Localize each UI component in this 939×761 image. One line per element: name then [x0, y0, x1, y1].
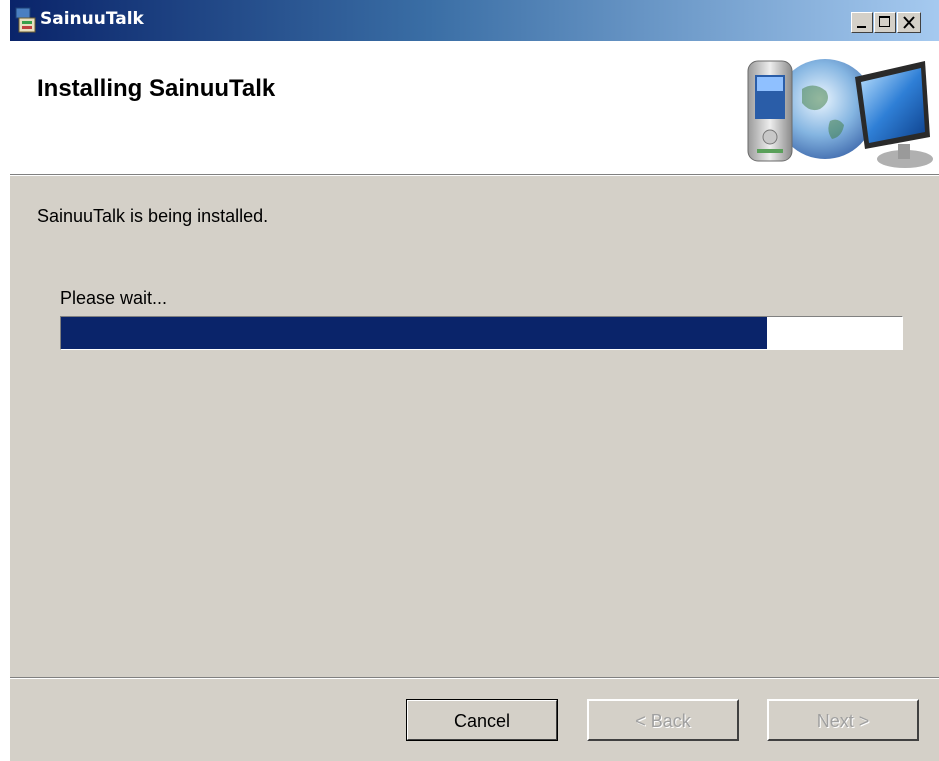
installer-app-icon	[15, 7, 36, 33]
install-status-text: SainuuTalk is being installed.	[37, 206, 269, 226]
header-banner: Installing SainuuTalk	[10, 41, 939, 174]
close-icon	[903, 16, 915, 29]
maximize-button[interactable]	[874, 12, 896, 33]
next-button[interactable]: Next >	[767, 699, 919, 741]
pda-globe-monitor-icon	[747, 59, 933, 168]
install-progress-bar	[60, 316, 903, 350]
minimize-button[interactable]	[851, 12, 873, 33]
progress-label: Please wait...	[60, 288, 168, 308]
close-button[interactable]	[897, 12, 921, 33]
installer-window: SainuuTalk Installing SainuuTalk SainuuT…	[8, 0, 939, 761]
progress-bar-fill	[61, 317, 768, 349]
header-divider	[10, 174, 939, 176]
title-bar[interactable]: SainuuTalk	[10, 0, 939, 41]
cancel-button[interactable]: Cancel	[406, 699, 558, 741]
back-button[interactable]: < Back	[587, 699, 739, 741]
page-title: Installing SainuuTalk	[37, 75, 276, 102]
footer-divider	[10, 677, 939, 679]
window-title: SainuuTalk	[40, 9, 144, 29]
